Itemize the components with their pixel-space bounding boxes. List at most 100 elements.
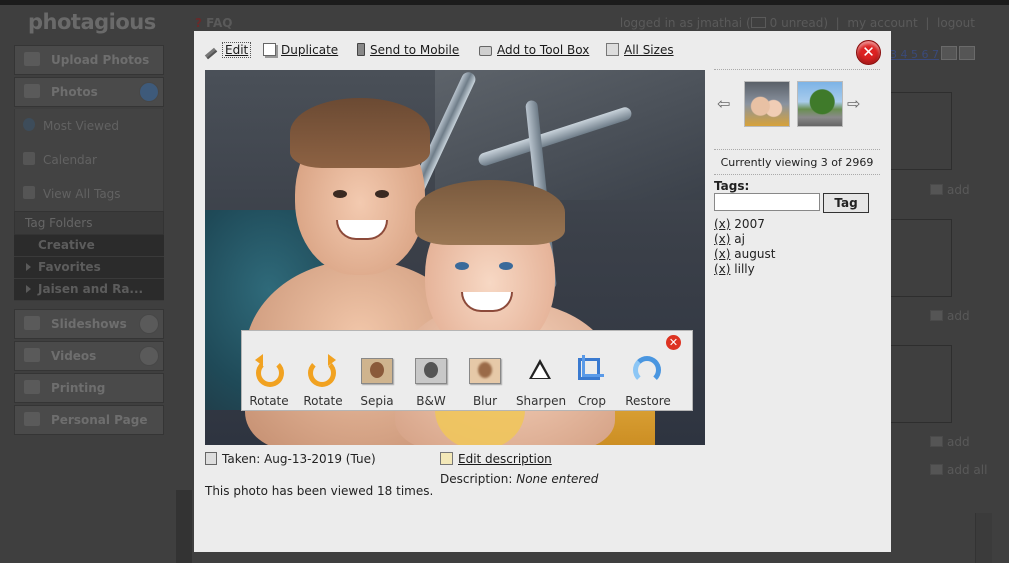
sharpen-icon bbox=[524, 355, 558, 389]
send-to-mobile-link[interactable]: Send to Mobile bbox=[357, 43, 459, 57]
expand-arrow-icon[interactable] bbox=[139, 346, 159, 366]
tag-name: august bbox=[734, 247, 776, 261]
close-tools-button[interactable]: ✕ bbox=[666, 335, 681, 350]
most-viewed-label: Most Viewed bbox=[43, 119, 119, 133]
edit-tools-panel: ✕ Rotate Rotate Sepia B&W Blur Sharpen C… bbox=[241, 330, 693, 411]
sidebar-view-all-tags[interactable]: View All Tags bbox=[14, 177, 164, 211]
faq-link[interactable]: ? FAQ bbox=[195, 16, 232, 30]
tag-folder-creative[interactable]: Creative bbox=[14, 235, 164, 257]
tool-label: Rotate bbox=[303, 394, 343, 408]
sidebar-photos[interactable]: Photos bbox=[14, 77, 164, 107]
photo-layer bbox=[375, 190, 389, 198]
face bbox=[478, 362, 492, 378]
next-page-icon[interactable] bbox=[940, 46, 957, 60]
tag-folder-favorites[interactable]: Favorites bbox=[14, 257, 164, 279]
sidebar-printing[interactable]: Printing bbox=[14, 373, 164, 403]
sidebar-photos-label: Photos bbox=[51, 85, 98, 99]
add-to-toolbox-link[interactable]: Add to Tool Box bbox=[479, 43, 589, 57]
pagination[interactable]: 3 4 5 6 7 bbox=[890, 46, 975, 61]
restore-button[interactable]: Restore bbox=[622, 355, 674, 408]
description: Description: None entered bbox=[440, 472, 598, 486]
sidebar-personal-page[interactable]: Personal Page bbox=[14, 405, 164, 435]
background-panel-edge bbox=[176, 490, 192, 563]
tool-label: B&W bbox=[416, 394, 446, 408]
add-link[interactable]: add bbox=[930, 435, 970, 449]
logout-link[interactable]: logout bbox=[937, 16, 975, 30]
crop-frame bbox=[582, 355, 604, 377]
add-to-toolbox-label: Add to Tool Box bbox=[497, 43, 590, 57]
background-thumbnail[interactable] bbox=[888, 219, 952, 297]
page-numbers[interactable]: 3 4 5 6 7 bbox=[890, 48, 939, 61]
blur-button[interactable]: Blur bbox=[459, 355, 511, 408]
tag-folders-label: Tag Folders bbox=[25, 216, 93, 230]
rotate-arrowhead bbox=[255, 354, 263, 366]
duplicate-link[interactable]: Duplicate bbox=[263, 43, 338, 57]
slideshows-label: Slideshows bbox=[51, 317, 127, 331]
background-thumbnail[interactable] bbox=[888, 345, 952, 423]
sharpen-button[interactable]: Sharpen bbox=[515, 355, 567, 408]
edit-link[interactable]: Edit bbox=[204, 42, 252, 60]
photos-icon bbox=[24, 84, 40, 98]
upload-icon bbox=[24, 52, 40, 66]
photo-layer bbox=[499, 262, 513, 270]
tag-button[interactable]: Tag bbox=[823, 193, 869, 213]
toolbox-icon bbox=[930, 436, 943, 447]
tag-item: (x) 2007 bbox=[714, 217, 775, 232]
restore-ring bbox=[633, 356, 661, 384]
remove-tag-button[interactable]: (x) bbox=[714, 232, 730, 246]
add-link[interactable]: add bbox=[930, 183, 970, 197]
edit-description-label: Edit description bbox=[458, 452, 552, 466]
expand-arrow-icon[interactable] bbox=[139, 314, 159, 334]
edit-note-icon bbox=[440, 452, 453, 465]
unread-count[interactable]: 0 unread bbox=[770, 16, 824, 30]
photo-layer bbox=[455, 262, 469, 270]
remove-tag-button[interactable]: (x) bbox=[714, 262, 730, 276]
tag-input[interactable] bbox=[714, 193, 820, 211]
all-sizes-link[interactable]: All Sizes bbox=[606, 43, 674, 57]
tool-label: Sepia bbox=[360, 394, 394, 408]
sidebar-most-viewed[interactable]: Most Viewed bbox=[14, 109, 164, 143]
tag-name: 2007 bbox=[734, 217, 765, 231]
remove-tag-button[interactable]: (x) bbox=[714, 217, 730, 231]
rotate-left-button[interactable]: Rotate bbox=[243, 354, 295, 408]
tag-folder-jaisen[interactable]: Jaisen and Ra... bbox=[14, 279, 164, 301]
collapse-arrow-icon[interactable] bbox=[139, 82, 159, 102]
edit-description-link[interactable]: Edit description bbox=[440, 452, 552, 466]
my-account-link[interactable]: my account bbox=[847, 16, 917, 30]
currently-viewing: Currently viewing 3 of 2969 bbox=[720, 156, 874, 169]
add-link[interactable]: add bbox=[930, 309, 970, 323]
black-white-icon bbox=[414, 355, 448, 389]
remove-tag-button[interactable]: (x) bbox=[714, 247, 730, 261]
tool-label: Rotate bbox=[249, 394, 289, 408]
rotate-arrowhead bbox=[328, 354, 336, 366]
next-thumbnail[interactable] bbox=[797, 81, 843, 127]
add-label: add bbox=[947, 435, 970, 449]
tag-folder-label: Jaisen and Ra... bbox=[38, 282, 144, 296]
black-white-button[interactable]: B&W bbox=[405, 355, 457, 408]
tag-name: lilly bbox=[734, 262, 755, 276]
scrollbar[interactable] bbox=[975, 513, 992, 563]
divider bbox=[714, 149, 880, 150]
tag-folders-header: Tag Folders bbox=[14, 211, 164, 235]
previous-photo-button[interactable]: ⇦ bbox=[717, 94, 730, 113]
top-bar bbox=[0, 0, 1009, 5]
face bbox=[370, 362, 384, 378]
close-modal-button[interactable]: ✕ bbox=[856, 40, 881, 65]
rotate-right-button[interactable]: Rotate bbox=[297, 354, 349, 408]
sidebar-videos[interactable]: Videos bbox=[14, 341, 164, 371]
divider bbox=[714, 69, 880, 70]
tag-item: (x) lilly bbox=[714, 262, 775, 277]
sidebar-upload-photos[interactable]: Upload Photos bbox=[14, 45, 164, 75]
photo-layer bbox=[415, 180, 565, 245]
add-all-link[interactable]: add all bbox=[930, 463, 987, 477]
crop-button[interactable]: Crop bbox=[566, 355, 618, 408]
background-thumbnail[interactable] bbox=[888, 92, 952, 170]
sidebar-calendar[interactable]: Calendar bbox=[14, 143, 164, 177]
last-page-icon[interactable] bbox=[958, 46, 975, 60]
next-photo-button[interactable]: ⇨ bbox=[847, 94, 860, 113]
sidebar-slideshows[interactable]: Slideshows bbox=[14, 309, 164, 339]
previous-thumbnail[interactable] bbox=[744, 81, 790, 127]
tag-list: (x) 2007 (x) aj (x) august (x) lilly bbox=[714, 217, 775, 277]
sepia-button[interactable]: Sepia bbox=[351, 355, 403, 408]
printing-label: Printing bbox=[51, 381, 106, 395]
